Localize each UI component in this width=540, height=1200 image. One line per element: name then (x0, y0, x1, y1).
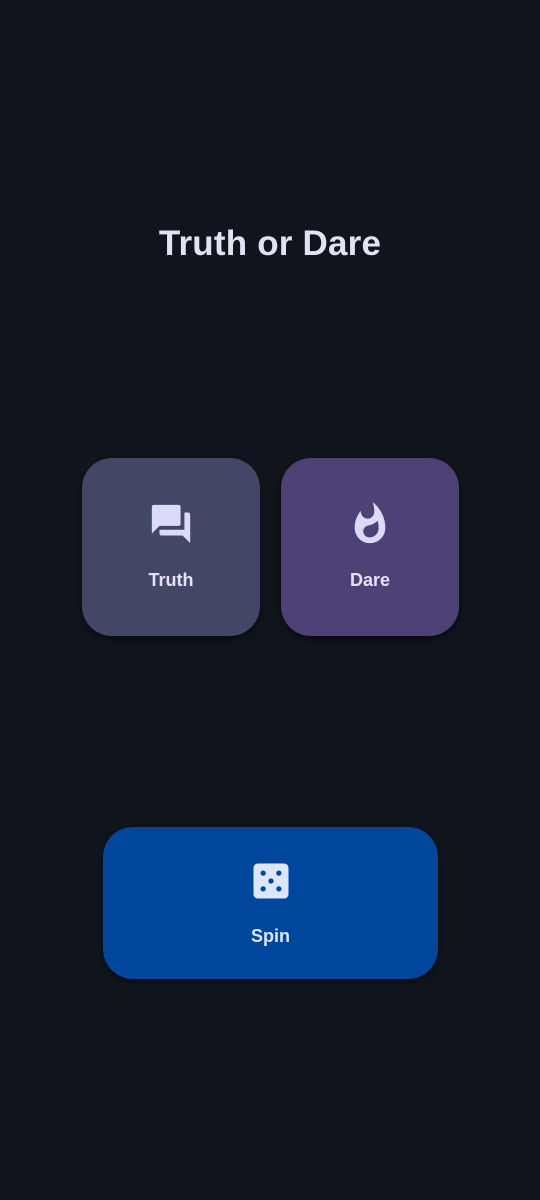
dice-icon (103, 859, 438, 903)
game-screen: Truth or Dare Truth Dare Spin (0, 0, 540, 1200)
spin-label: Spin (251, 926, 290, 946)
dare-label: Dare (349, 570, 391, 590)
truth-label: Truth (148, 570, 194, 590)
page-title: Truth or Dare (158, 224, 382, 263)
chat-bubbles-icon (82, 500, 260, 548)
truth-button[interactable]: Truth (82, 458, 260, 636)
spin-button[interactable]: Spin (103, 827, 438, 979)
flame-icon (281, 500, 459, 548)
dare-button[interactable]: Dare (281, 458, 459, 636)
